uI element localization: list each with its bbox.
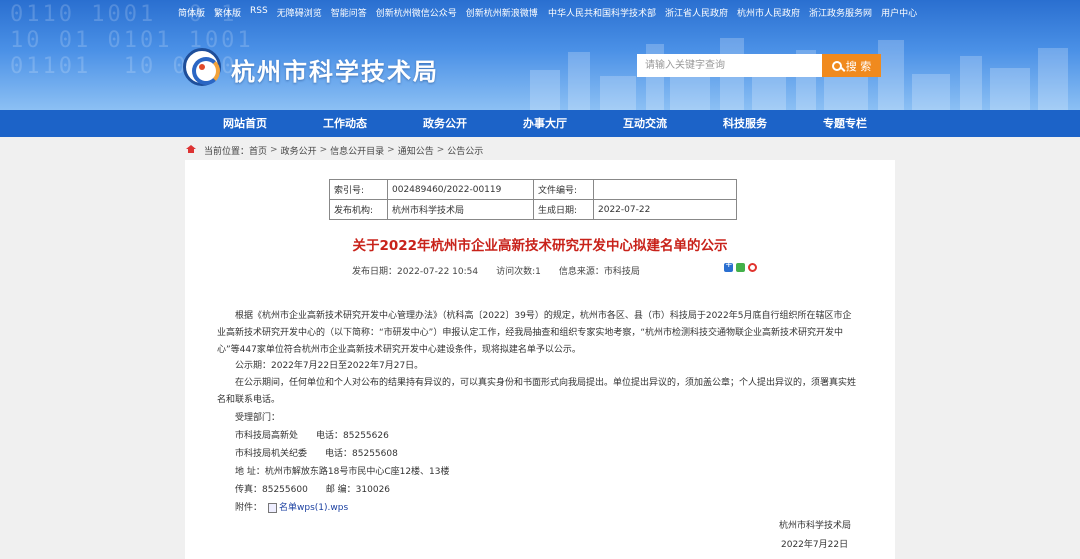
topbar-link-hangzhou-gov[interactable]: 杭州市人民政府 [737,6,800,20]
nav-items: 网站首页 工作动态 政务公开 办事大厅 互动交流 科技服务 专题专栏 [195,110,895,137]
dept2-phone: 电话：85255608 [325,448,398,459]
visit-count: 访问次数:1 [496,267,541,277]
attachment-link[interactable]: 名单wps(1).wps [279,499,348,517]
home-icon [185,145,197,155]
file-icon [268,502,278,513]
share-icons [724,260,757,272]
article-body: 根据《杭州市企业高新技术研究开发中心管理办法》（杭科高〔2022〕39号）的规定… [217,308,857,517]
article-meta: 发布日期：2022-07-22 10:54 访问次数:1 信息来源：市科技局 [352,264,640,277]
body-paragraph-1: 根据《杭州市企业高新技术研究开发中心管理办法》（杭科高〔2022〕39号）的规定… [217,311,852,355]
topbar-link-zj-service[interactable]: 浙江政务服务网 [809,6,872,20]
site-header: 0110 1001 0 1 10 01 0101 1001 01101 10 0… [0,0,1080,110]
breadcrumb-home[interactable]: 首页 [249,144,267,157]
topbar-link-accessibility[interactable]: 无障碍浏览 [277,6,322,20]
topbar-link-most[interactable]: 中华人民共和国科学技术部 [548,6,656,20]
publisher-value: 杭州市科学技术局 [387,199,534,220]
topbar-right-links: 中华人民共和国科学技术部 浙江省人民政府 杭州市人民政府 浙江政务服务网 用户中… [548,6,917,20]
main-nav: 网站首页 工作动态 政务公开 办事大厅 互动交流 科技服务 专题专栏 [0,110,1080,137]
attachment-label: 附件： [235,502,263,513]
breadcrumb-announcements[interactable]: 公告公示 [447,144,483,157]
index-number-value: 002489460/2022-00119 [387,179,534,200]
share-wechat-icon[interactable] [736,263,745,272]
nav-item-gov-affairs[interactable]: 政务公开 [395,110,495,137]
publisher-label: 发布机构: [329,199,388,220]
search-icon [831,60,842,71]
breadcrumb-prefix: 当前位置： [204,146,250,157]
nav-item-news[interactable]: 工作动态 [295,110,395,137]
nav-item-tech-services[interactable]: 科技服务 [695,110,795,137]
breadcrumb-separator: > [319,145,328,155]
breadcrumb-info-catalog[interactable]: 信息公开目录 [330,144,384,157]
search-input[interactable] [637,54,822,77]
breadcrumb-notices[interactable]: 通知公告 [398,144,434,157]
created-date-value: 2022-07-22 [593,199,737,220]
site-logo[interactable] [183,48,221,86]
topbar-link-weibo[interactable]: 创新杭州新浪微博 [466,6,538,20]
postcode: 邮 编：310026 [325,484,391,495]
index-number-label: 索引号: [329,179,388,200]
article-panel: 索引号: 002489460/2022-00119 文件编号: 发布机构: 杭州… [185,160,895,559]
sign-date: 2022年7月22日 [781,540,849,550]
publish-date: 发布日期：2022-07-22 10:54 [352,267,479,277]
site-title: 杭州市科学技术局 [231,57,439,86]
topbar-link-traditional[interactable]: 繁体版 [214,6,241,20]
breadcrumb-separator: > [270,145,278,155]
topbar-link-wechat[interactable]: 创新杭州微信公众号 [376,6,457,20]
topbar-link-rss[interactable]: RSS [250,6,268,20]
body-paragraph-3: 在公示期间，任何单位和个人对公布的结果持有异议的，可以真实身份和书面形式向我局提… [217,378,857,405]
topbar-link-simplified[interactable]: 简体版 [178,6,205,20]
dept-label: 受理部门： [235,412,281,423]
search-button[interactable]: 搜 索 [822,54,881,77]
contact-block: 受理部门： 市科技局高新处 电话：85255626 市科技局机关纪委 电话：8525… [217,409,857,517]
dept-row-1: 市科技局高新处 电话：85255626 [235,427,857,445]
fax-row: 传真：85255600 邮 编：310026 [235,481,857,499]
article-title: 关于2022年杭州市企业高新技术研究开发中心拟建名单的公示 [352,238,728,254]
dept1-name: 市科技局高新处 [235,430,299,441]
created-date-label: 生成日期: [533,199,594,220]
dept1-phone: 电话：85255626 [316,430,389,441]
share-weibo-icon[interactable] [748,263,757,272]
nav-item-interaction[interactable]: 互动交流 [595,110,695,137]
search-button-label: 搜 索 [845,59,872,73]
breadcrumb-separator: > [436,145,445,155]
topbar-link-user-center[interactable]: 用户中心 [881,6,917,20]
doc-number-label: 文件编号: [533,179,594,200]
nav-item-special-topics[interactable]: 专题专栏 [795,110,895,137]
dept-row-2: 市科技局机关纪委 电话：85255608 [235,445,857,463]
breadcrumb: 当前位置： 首页 > 政务公开 > 信息公开目录 > 通知公告 > 公告公示 [185,143,483,157]
share-plus-icon[interactable] [724,260,733,272]
topbar-left-links: 简体版 繁体版 RSS 无障碍浏览 智能问答 创新杭州微信公众号 创新杭州新浪微… [178,6,538,20]
breadcrumb-separator: > [387,145,395,155]
topbar-link-zhejiang-gov[interactable]: 浙江省人民政府 [665,6,728,20]
nav-item-service-hall[interactable]: 办事大厅 [495,110,595,137]
document-meta-table: 索引号: 002489460/2022-00119 文件编号: 发布机构: 杭州… [329,179,737,220]
dept2-name: 市科技局机关纪委 [235,448,308,459]
topbar-link-smart-qa[interactable]: 智能问答 [331,6,367,20]
attachment-row: 附件： 名单wps(1).wps [235,499,857,517]
breadcrumb-gov-affairs[interactable]: 政务公开 [281,144,317,157]
signature: 杭州市科学技术局 [779,521,852,531]
fax: 传真：85255600 [235,484,308,495]
nav-item-home[interactable]: 网站首页 [195,110,295,137]
body-paragraph-2: 公示期：2022年7月22日至2022年7月27日。 [235,361,424,372]
address-line: 地 址：杭州市解放东路18号市民中心C座12楼、13楼 [235,466,450,477]
doc-number-value [593,179,737,200]
info-source: 信息来源：市科技局 [558,267,640,277]
